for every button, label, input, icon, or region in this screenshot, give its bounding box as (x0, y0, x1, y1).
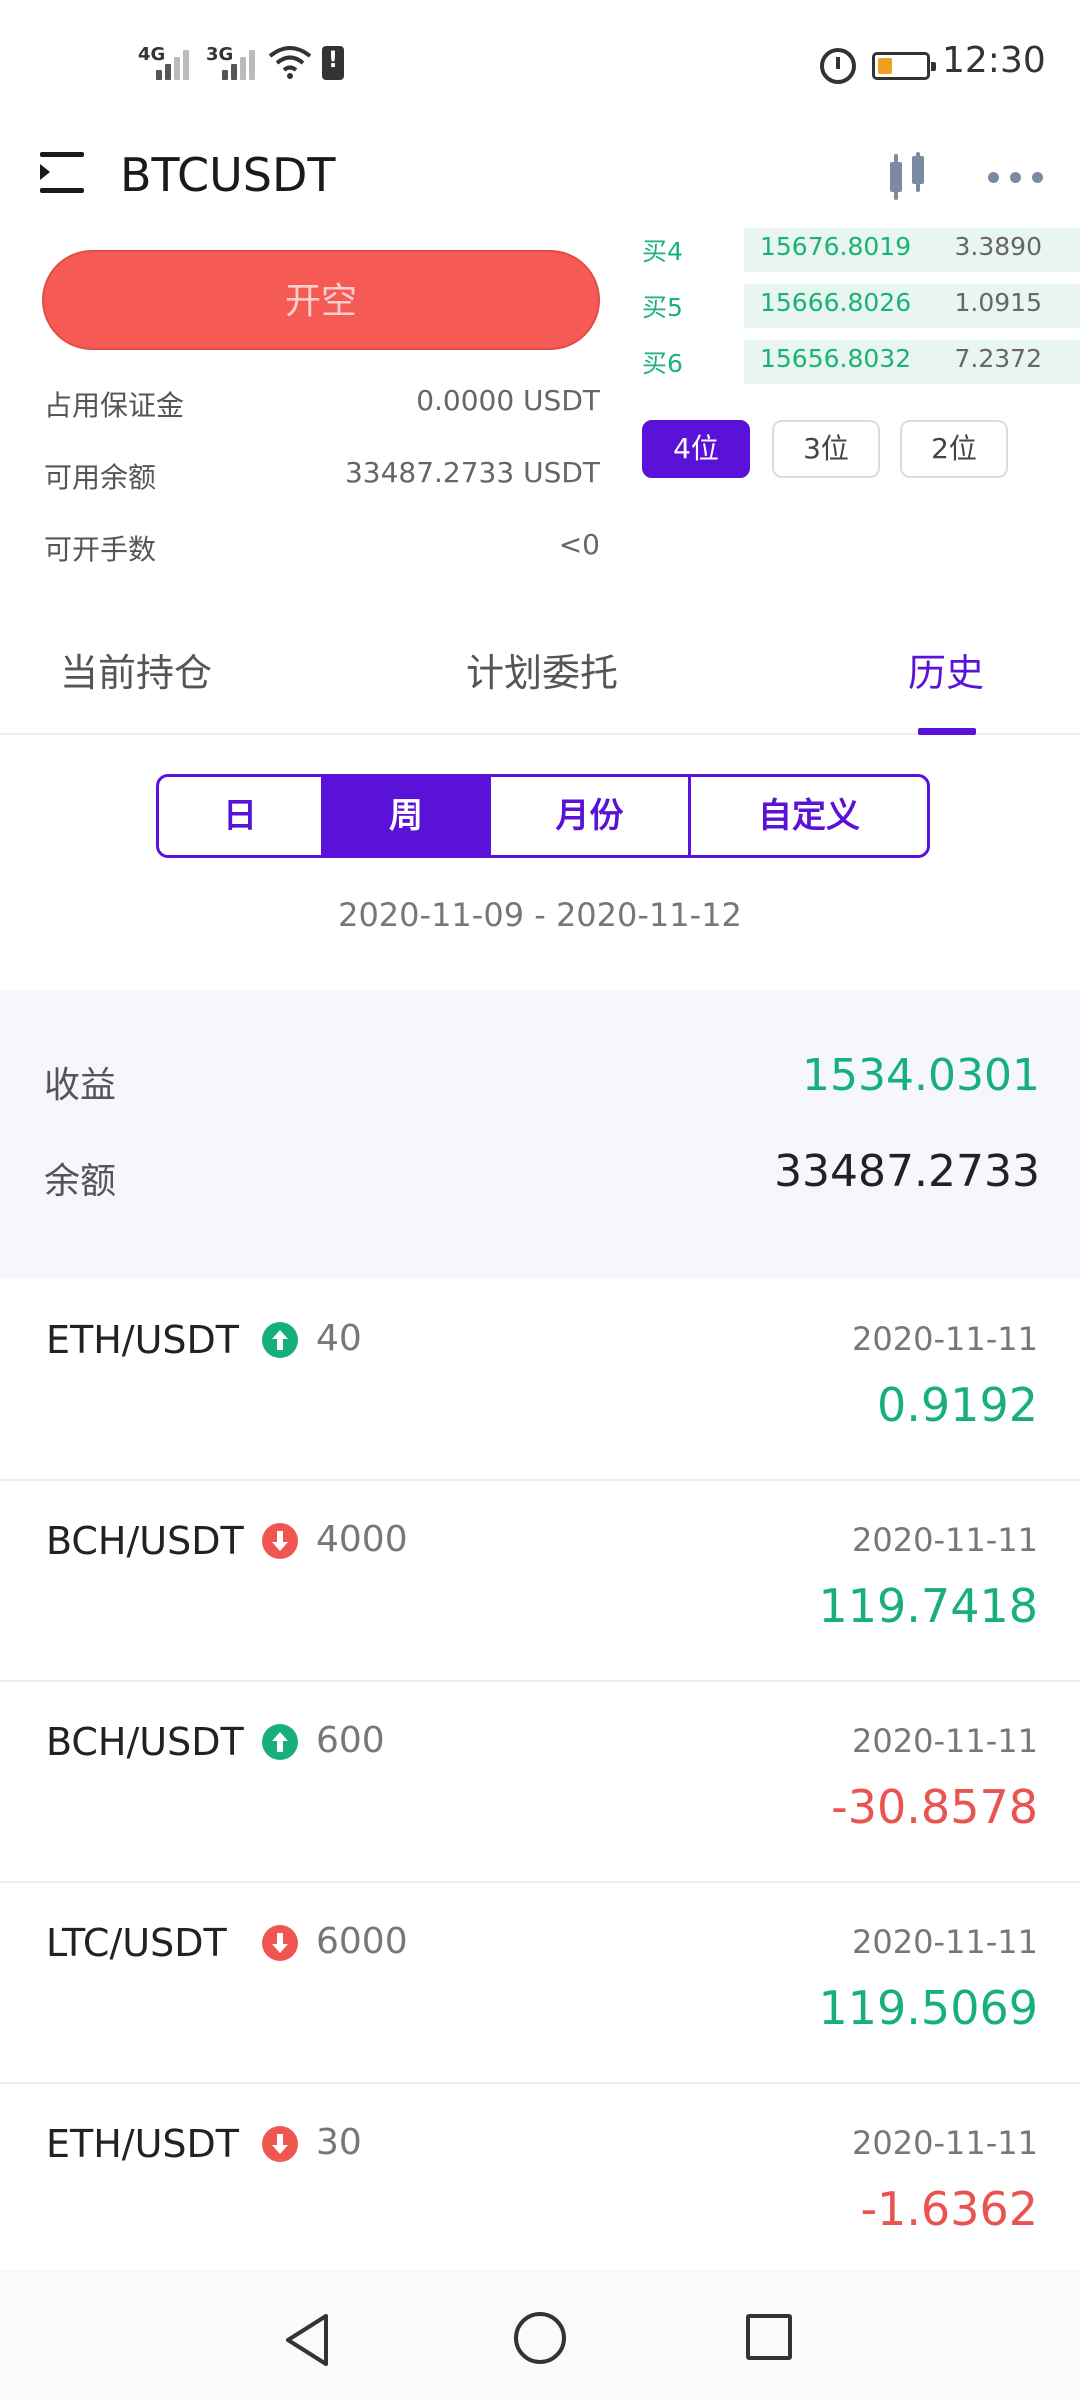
candlestick-chart-icon[interactable] (886, 152, 930, 202)
tab-history[interactable]: 历史 (908, 642, 984, 697)
profit-value: 1534.0301 (802, 1050, 1040, 1101)
tab-current-positions[interactable]: 当前持仓 (60, 642, 212, 697)
history-pair: BCH/USDT (46, 1519, 244, 1563)
history-date: 2020-11-11 (852, 2124, 1038, 2162)
date-range[interactable]: 2020-11-09 - 2020-11-12 (0, 896, 1080, 934)
orderbook-qty: 1.0915 (954, 288, 1042, 317)
orderbook-row[interactable]: 买5 15666.8026 1.0915 (642, 282, 1080, 330)
history-item[interactable]: BCH/USDT 4000 2020-11-11 119.7418 (0, 1481, 1080, 1682)
recent-apps-icon[interactable] (746, 2314, 792, 2360)
battery-icon (872, 52, 936, 80)
openable-value: <0 (558, 528, 600, 561)
tab-plan-orders[interactable]: 计划委托 (466, 642, 618, 697)
summary-panel: 收益 1534.0301 余额 33487.2733 (0, 990, 1080, 1278)
wifi-icon (268, 46, 312, 79)
balance-row: 余额 33487.2733 (44, 1146, 1040, 1212)
period-custom-button[interactable]: 自定义 (691, 777, 927, 855)
signal-icon-2 (222, 48, 260, 80)
precision-2-button[interactable]: 2位 (900, 420, 1008, 478)
back-icon[interactable] (282, 2312, 334, 2368)
history-qty: 30 (316, 2122, 362, 2163)
arrow-down-icon (262, 1925, 298, 1961)
history-item[interactable]: LTC/USDT 6000 2020-11-11 119.5069 (0, 1883, 1080, 2084)
history-pair: ETH/USDT (46, 2122, 240, 2166)
margin-value: 0.0000 USDT (416, 384, 600, 417)
history-item[interactable]: ETH/USDT 30 2020-11-11 -1.6362 (0, 2084, 1080, 2285)
period-week-button[interactable]: 周 (324, 777, 491, 855)
precision-4-button[interactable]: 4位 (642, 420, 750, 478)
history-qty: 4000 (316, 1519, 408, 1560)
signal-icon (156, 48, 194, 80)
orderbook-qty: 3.3890 (954, 232, 1042, 261)
orderbook-qty: 7.2372 (954, 344, 1042, 373)
history-date: 2020-11-11 (852, 1320, 1038, 1358)
profit-label: 收益 (44, 1065, 117, 1106)
orderbook-price: 15666.8026 (760, 288, 912, 317)
arrow-up-icon (262, 1322, 298, 1358)
balance-value: 33487.2733 (774, 1146, 1040, 1197)
history-pnl: 119.5069 (818, 1981, 1039, 2035)
orderbook-row[interactable]: 买6 15656.8032 7.2372 (642, 338, 1080, 386)
orderbook-level: 买5 (642, 293, 683, 322)
openable-row: 可开手数 <0 (44, 528, 600, 578)
orderbook-row[interactable]: 买4 15676.8019 3.3890 (642, 226, 1080, 274)
period-month-button[interactable]: 月份 (491, 777, 691, 855)
home-icon[interactable] (514, 2312, 566, 2364)
history-pnl: -30.8578 (831, 1780, 1038, 1834)
status-time: 12:30 (942, 40, 1046, 81)
alarm-icon (820, 48, 856, 84)
status-bar: 4G 3G 12:30 (0, 0, 1080, 130)
history-pair: BCH/USDT (46, 1720, 244, 1764)
arrow-down-icon (262, 2126, 298, 2162)
orderbook-price: 15676.8019 (760, 232, 912, 261)
open-short-button[interactable]: 开空 (42, 250, 600, 350)
balance-label: 余额 (44, 1161, 117, 1202)
history-item[interactable]: ETH/USDT 40 2020-11-11 0.9192 (0, 1280, 1080, 1481)
history-pnl: 119.7418 (818, 1579, 1039, 1633)
openable-label: 可开手数 (44, 533, 157, 566)
available-value: 33487.2733 USDT (344, 456, 600, 489)
margin-row: 占用保证金 0.0000 USDT (44, 384, 600, 434)
menu-icon[interactable] (40, 152, 86, 198)
margin-label: 占用保证金 (44, 389, 185, 422)
history-pnl: 0.9192 (877, 1378, 1038, 1432)
history-date: 2020-11-11 (852, 1521, 1038, 1559)
history-qty: 6000 (316, 1921, 408, 1962)
position-tabs: 当前持仓 计划委托 历史 (0, 610, 1080, 735)
history-pnl: -1.6362 (860, 2182, 1038, 2236)
history-pair: ETH/USDT (46, 1318, 240, 1362)
history-date: 2020-11-11 (852, 1923, 1038, 1961)
orderbook-level: 买4 (642, 237, 683, 266)
history-item[interactable]: BCH/USDT 600 2020-11-11 -30.8578 (0, 1682, 1080, 1883)
system-nav-bar (0, 2270, 1080, 2400)
arrow-down-icon (262, 1523, 298, 1559)
arrow-up-icon (262, 1724, 298, 1760)
more-options-icon[interactable] (988, 172, 1044, 184)
active-tab-indicator (918, 728, 976, 735)
symbol-title[interactable]: BTCUSDT (120, 148, 335, 202)
precision-3-button[interactable]: 3位 (772, 420, 880, 478)
period-selector: 日 周 月份 自定义 (156, 774, 930, 858)
history-pair: LTC/USDT (46, 1921, 227, 1965)
period-day-button[interactable]: 日 (159, 777, 324, 855)
history-date: 2020-11-11 (852, 1722, 1038, 1760)
profit-row: 收益 1534.0301 (44, 1050, 1040, 1116)
available-label: 可用余额 (44, 461, 157, 494)
orderbook-price: 15656.8032 (760, 344, 912, 373)
history-qty: 600 (316, 1720, 385, 1761)
available-row: 可用余额 33487.2733 USDT (44, 456, 600, 506)
alert-icon (322, 46, 344, 80)
orderbook-level: 买6 (642, 349, 683, 378)
history-qty: 40 (316, 1318, 362, 1359)
